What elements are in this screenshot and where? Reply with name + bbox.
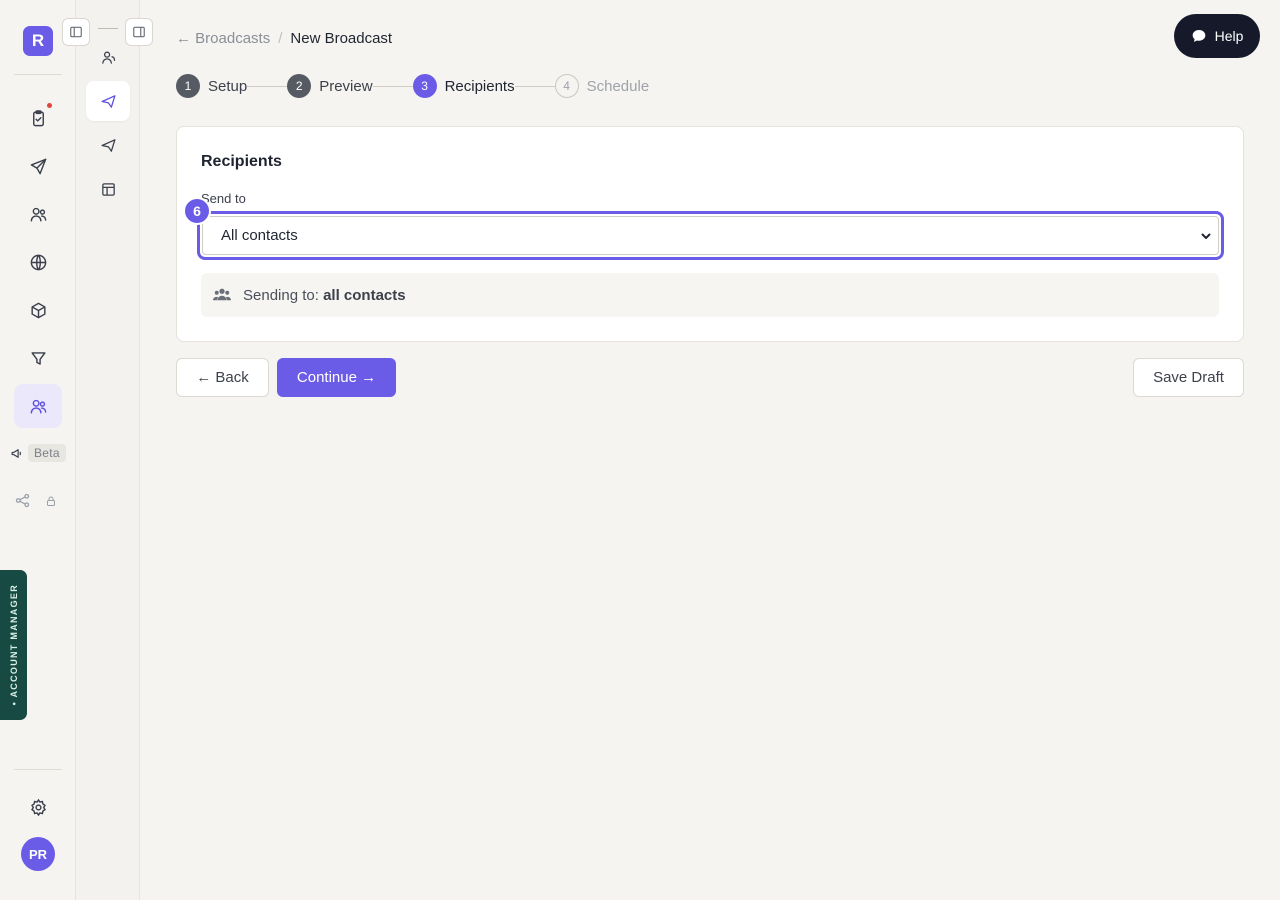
continue-button[interactable]: Continue →	[277, 358, 396, 397]
layout-icon	[101, 182, 115, 196]
page-title: New Broadcast	[290, 30, 393, 47]
rail-team-button[interactable]	[14, 192, 62, 236]
subnav-templates-button[interactable]	[86, 169, 130, 209]
step-label: Recipients	[444, 77, 515, 95]
app-logo[interactable]: R	[23, 26, 53, 56]
step-number: 1	[176, 74, 200, 98]
send-to-value: All contacts	[221, 227, 298, 244]
step-setup[interactable]: 1 Setup	[176, 74, 247, 98]
rail-filter-button[interactable]	[14, 336, 62, 380]
users-icon	[213, 288, 231, 301]
step-recipients[interactable]: 3 Recipients	[412, 74, 515, 98]
step-preview[interactable]: 2 Preview	[287, 74, 373, 98]
rail-divider	[14, 74, 62, 75]
breadcrumb: ← Broadcasts / New Broadcast	[176, 30, 392, 47]
back-button[interactable]: ← Back	[176, 358, 269, 397]
user-icon	[101, 51, 115, 64]
globe-icon	[30, 254, 46, 270]
wizard-stepper: 1 Setup 2 Preview 3 Recipients 4 Schedul…	[176, 74, 649, 98]
help-button[interactable]: Help	[1174, 14, 1260, 58]
account-manager-tab[interactable]: • ACCOUNT MANAGER	[0, 570, 27, 720]
subnav-broadcasts-button[interactable]	[86, 81, 130, 121]
rail-web-button[interactable]	[14, 240, 62, 284]
step-connector	[514, 85, 555, 87]
primary-rail: R Beta • ACCOUNT MANAGER PR	[0, 0, 76, 900]
settings-button[interactable]	[14, 785, 62, 829]
rail-send-button[interactable]	[14, 144, 62, 188]
breadcrumb-broadcasts-link[interactable]: ← Broadcasts	[176, 30, 270, 47]
step-number: 2	[287, 74, 312, 98]
step-label: Schedule	[586, 77, 650, 95]
subnav-contacts-button[interactable]	[86, 37, 130, 77]
rail-contacts-button[interactable]	[14, 384, 62, 428]
megaphone-icon	[11, 448, 21, 458]
recipient-summary: Sending to: all contacts	[201, 273, 1219, 317]
beta-item[interactable]: Beta	[10, 444, 66, 462]
gear-icon	[30, 798, 46, 816]
card-title: Recipients	[201, 153, 282, 170]
recipients-card: Recipients Send to All contacts 6 Sendin…	[176, 126, 1244, 342]
step-connector	[372, 85, 413, 87]
avatar[interactable]: PR	[21, 837, 55, 871]
lock-icon	[47, 496, 55, 506]
account-manager-label: • ACCOUNT MANAGER	[8, 584, 19, 706]
chevron-down-icon	[1201, 233, 1211, 239]
summary-value: all contacts	[323, 286, 406, 304]
save-draft-button[interactable]: Save Draft	[1133, 358, 1244, 397]
notification-dot	[47, 103, 52, 108]
sidebar-panel-icon	[70, 26, 82, 38]
step-label: Setup	[208, 77, 248, 95]
annotation-marker: 6	[183, 197, 211, 225]
share-icon	[15, 493, 30, 508]
rail-tasks-button[interactable]	[14, 96, 62, 140]
sidebar-panel-icon	[133, 26, 145, 38]
summary-prefix: Sending to:	[243, 286, 319, 304]
send-to-focus-ring: All contacts	[197, 211, 1224, 260]
subnav-campaigns-button[interactable]	[86, 125, 130, 165]
clipboard-check-icon	[32, 109, 44, 126]
secondary-rail	[62, 0, 153, 900]
rail-divider	[14, 769, 62, 770]
send-icon	[100, 94, 116, 108]
users-icon	[30, 207, 46, 222]
box-icon	[30, 302, 46, 318]
step-number: 3	[412, 74, 437, 98]
help-label: Help	[1214, 28, 1244, 44]
send-icon	[100, 138, 116, 152]
chat-bubble-icon	[1192, 30, 1205, 42]
paper-plane-icon	[30, 158, 46, 174]
summary-text: Sending to: all contacts	[243, 287, 406, 304]
rail-divider	[98, 28, 118, 29]
rail-products-button[interactable]	[14, 288, 62, 332]
breadcrumb-separator: /	[278, 30, 283, 47]
filter-icon	[30, 351, 46, 365]
users-icon	[30, 399, 46, 414]
step-label: Preview	[319, 77, 373, 95]
send-to-select[interactable]: All contacts	[202, 216, 1219, 255]
step-connector	[247, 85, 288, 87]
beta-badge: Beta	[28, 444, 66, 462]
step-number: 4	[554, 74, 579, 98]
share-item[interactable]	[14, 492, 57, 509]
step-schedule: 4 Schedule	[554, 74, 650, 98]
